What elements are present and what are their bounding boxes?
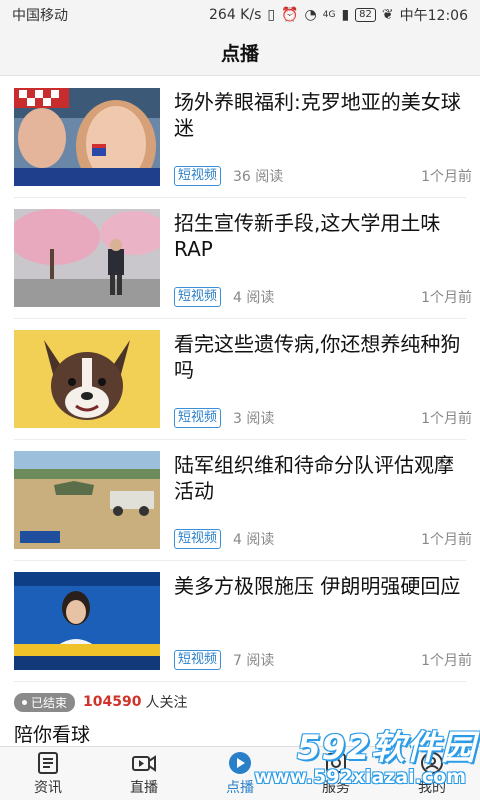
cherry-blossom-image [14,209,160,307]
item-meta: 短视频 4 阅读 1个月前 [174,528,472,550]
video-camera-icon [132,754,156,772]
publish-date: 1个月前 [421,290,472,306]
bottom-tab-bar: 资讯 直播 点播 服务 我的 [0,746,480,800]
list-item[interactable]: 陆军组织维和待命分队评估观摩活动 短视频 4 阅读 1个月前 [14,440,472,561]
publish-date: 1个月前 [421,411,472,427]
list-item[interactable]: 招生宣传新手段,这大学用土味RAP 短视频 4 阅读 1个月前 [14,198,472,319]
army-exercise-image [14,451,160,549]
headline[interactable]: 招生宣传新手段,这大学用土味RAP [174,210,472,262]
list-item[interactable]: 场外养眼福利:克罗地亚的美女球迷 短视频 36 阅读 1个月前 [14,77,472,198]
item-meta: 短视频 4 阅读 1个月前 [174,286,472,308]
dog-image [14,330,160,428]
category-tag: 短视频 [174,529,222,549]
read-count: 3 阅读 [233,411,275,427]
status-badge: 已结束 [14,692,76,712]
tab-label: 直播 [130,779,158,796]
tab-vod[interactable]: 点播 [192,747,288,800]
tab-label: 服务 [322,779,350,796]
status-bar: 中国移动 264 K/s ▯ ⏰ ◔ 4G ▮ 82 ❦ 中午12:06 [0,0,480,30]
news-anchor-image [14,572,160,670]
category-tag: 短视频 [174,287,222,307]
live-title[interactable]: 陪你看球 [14,720,466,747]
thumbnail-dog[interactable] [14,330,160,428]
tab-label: 我的 [418,779,446,796]
tab-service[interactable]: 服务 [288,747,384,800]
tab-label: 点播 [226,779,254,796]
tab-news[interactable]: 资讯 [0,747,96,800]
wifi-icon: ◔ [304,7,317,23]
leaf-icon: ❦ [381,7,394,23]
status-dot [22,699,27,705]
fans-image [14,88,160,186]
network-type: 4G [322,10,336,20]
thumbnail-news[interactable] [14,572,160,670]
clock: 中午12:06 [399,8,468,24]
item-meta: 短视频 36 阅读 1个月前 [174,165,472,187]
profile-icon [421,751,443,774]
headline[interactable]: 美多方极限施压 伊朗明强硬回应 [174,573,472,599]
headline[interactable]: 看完这些遗传病,你还想养纯种狗吗 [174,331,472,383]
carrier-label: 中国移动 [12,8,68,24]
page-title: 点播 [220,43,259,65]
category-tag: 短视频 [174,166,222,186]
news-icon [38,751,58,774]
follower-suffix: 人关注 [145,695,188,711]
headline[interactable]: 陆军组织维和待命分队评估观摩活动 [174,452,472,504]
publish-date: 1个月前 [421,653,472,669]
tab-label: 资讯 [34,779,62,796]
publish-date: 1个月前 [421,169,472,185]
thumbnail-army[interactable] [14,451,160,549]
video-feed[interactable]: 场外养眼福利:克罗地亚的美女球迷 短视频 36 阅读 1个月前 招生宣传新手段,… [0,77,480,682]
read-count: 36 阅读 [233,169,284,185]
read-count: 4 阅读 [233,290,275,306]
battery-icon: 82 [355,8,376,22]
follower-count: 104590 [83,694,142,710]
status-indicators: 264 K/s ▯ ⏰ ◔ 4G ▮ 82 ❦ 中午12:06 [209,5,468,25]
headline[interactable]: 场外养眼福利:克罗地亚的美女球迷 [174,89,472,141]
thumbnail-cherry[interactable] [14,209,160,307]
item-meta: 短视频 3 阅读 1个月前 [174,407,472,429]
alarm-icon: ⏰ [281,7,299,23]
title-bar: 点播 [0,30,480,76]
tab-live[interactable]: 直播 [96,747,192,800]
service-icon [326,752,346,773]
tab-profile[interactable]: 我的 [384,747,480,800]
thumbnail-fans[interactable] [14,88,160,186]
net-speed: 264 K/s [209,7,262,23]
category-tag: 短视频 [174,408,222,428]
list-item[interactable]: 美多方极限施压 伊朗明强硬回应 短视频 7 阅读 1个月前 [14,561,472,682]
item-meta: 短视频 7 阅读 1个月前 [174,649,472,671]
vibrate-icon: ▯ [267,7,276,23]
signal-icon: ▮ [341,7,350,23]
read-count: 7 阅读 [233,653,275,669]
read-count: 4 阅读 [233,532,275,548]
live-card[interactable]: 已结束 104590 人关注 陪你看球 [14,692,466,747]
publish-date: 1个月前 [421,532,472,548]
status-badge-label: 已结束 [31,695,68,710]
play-icon [229,751,251,774]
category-tag: 短视频 [174,650,222,670]
list-item[interactable]: 看完这些遗传病,你还想养纯种狗吗 短视频 3 阅读 1个月前 [14,319,472,440]
live-meta: 已结束 104590 人关注 [14,692,466,712]
